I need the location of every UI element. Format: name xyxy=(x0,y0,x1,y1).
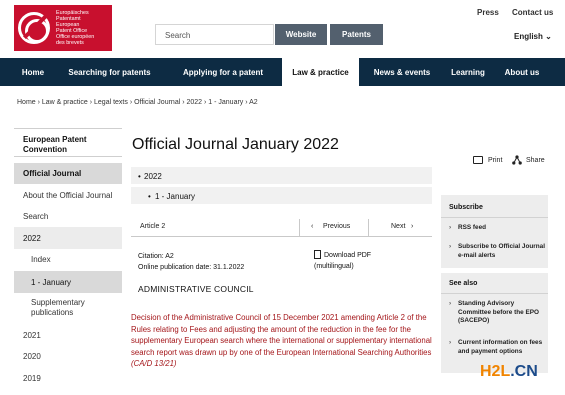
contact-link[interactable]: Contact us xyxy=(512,8,553,17)
tree-bullet: • xyxy=(138,172,141,181)
rss-feed-link[interactable]: RSS feed xyxy=(449,224,546,233)
download-pdf-label: Download PDF xyxy=(324,252,372,259)
search-tab-website[interactable]: Website xyxy=(275,24,327,45)
share-button[interactable]: Share xyxy=(526,157,545,164)
tree-item-january[interactable]: • 1 - January xyxy=(131,187,432,204)
watermark-logo: H2L.CN xyxy=(480,363,538,380)
nav-about[interactable]: About us xyxy=(499,58,545,86)
email-alerts-link[interactable]: Subscribe to Official Journal e-mail ale… xyxy=(449,243,546,260)
nav-applying[interactable]: Applying for a patent xyxy=(173,58,273,86)
see-also-panel: See also Standing Advisory Committee bef… xyxy=(441,273,548,373)
print-button[interactable]: Print xyxy=(488,157,502,164)
article-meta: Citation: A2 Online publication date: 31… xyxy=(138,251,244,273)
main-nav: Home Searching for patents Applying for … xyxy=(0,58,565,86)
nav-searching[interactable]: Searching for patents xyxy=(62,58,157,86)
nav-home[interactable]: Home xyxy=(13,58,53,86)
tree-bullet: • xyxy=(148,192,151,201)
nav-news-events[interactable]: News & events xyxy=(366,58,438,86)
subscribe-panel: Subscribe RSS feed Subscribe to Official… xyxy=(441,195,548,268)
previous-link[interactable]: Previous xyxy=(323,223,350,230)
citation: Citation: A2 xyxy=(138,253,174,260)
chevron-right-icon[interactable]: › xyxy=(411,223,413,230)
nav-learning[interactable]: Learning xyxy=(445,58,491,86)
language-selector[interactable]: English ⌄ xyxy=(514,32,552,41)
article-navigation: Article 2 ‹ Previous Next › xyxy=(131,219,432,237)
sidebar-item-january[interactable]: 1 - January xyxy=(14,271,122,293)
sacepo-link[interactable]: Standing Advisory Committee before the E… xyxy=(449,300,546,326)
sidebar-item-search[interactable]: Search xyxy=(14,212,122,222)
divider xyxy=(441,217,548,218)
sidebar-item-2020[interactable]: 2020 xyxy=(14,352,122,362)
tree-label-january: 1 - January xyxy=(155,192,196,201)
subscribe-title: Subscribe xyxy=(449,204,483,211)
nav-law-practice[interactable]: Law & practice xyxy=(282,58,359,86)
decision-reference: (CA/D 13/21) xyxy=(131,359,177,369)
search-tab-patents[interactable]: Patents xyxy=(330,24,383,45)
sidebar-item-index[interactable]: Index xyxy=(14,255,122,265)
download-pdf-link[interactable]: Download PDF (multilingual) xyxy=(314,250,371,272)
see-also-title: See also xyxy=(449,280,478,287)
sidebar-item-2022[interactable]: 2022 xyxy=(14,227,122,249)
divider xyxy=(299,219,300,237)
sidebar-item-official-journal[interactable]: Official Journal xyxy=(14,163,122,184)
epo-logo[interactable]: Europäisches Patentamt European Patent O… xyxy=(14,5,112,51)
site-header: Europäisches Patentamt European Patent O… xyxy=(0,0,565,58)
divider xyxy=(368,219,369,237)
print-icon[interactable] xyxy=(473,156,483,164)
chevron-left-icon[interactable]: ‹ xyxy=(311,223,313,230)
tree-item-2022[interactable]: • 2022 xyxy=(131,167,432,184)
sidebar-item-2019[interactable]: 2019 xyxy=(14,374,122,384)
sidebar-item-about-oj[interactable]: About the Official Journal xyxy=(14,191,122,201)
decision-text: Decision of the Administrative Council o… xyxy=(131,312,441,370)
search-input[interactable]: Search xyxy=(155,24,274,45)
article-label: Article 2 xyxy=(140,223,166,230)
fees-link[interactable]: Current information on fees and payment … xyxy=(449,339,546,356)
logo-wordmark: Europäisches Patentamt European Patent O… xyxy=(56,10,95,46)
sidebar-item-epc[interactable]: European Patent Convention xyxy=(14,128,122,157)
chevron-down-icon: ⌄ xyxy=(545,32,552,41)
sidebar-item-2021[interactable]: 2021 xyxy=(14,331,122,341)
press-link[interactable]: Press xyxy=(477,8,499,17)
breadcrumb[interactable]: Home › Law & practice › Legal texts › Of… xyxy=(17,99,258,106)
page-title: Official Journal January 2022 xyxy=(132,136,339,153)
tree-label-2022: 2022 xyxy=(144,172,162,181)
language-label: English xyxy=(514,32,543,41)
share-icon[interactable] xyxy=(512,155,522,165)
next-link[interactable]: Next xyxy=(391,223,405,230)
council-heading: ADMINISTRATIVE COUNCIL xyxy=(138,284,254,294)
download-pdf-sub: (multilingual) xyxy=(314,263,354,270)
epo-logo-icon xyxy=(18,12,50,44)
online-publication-date: Online publication date: 31.1.2022 xyxy=(138,264,245,271)
divider xyxy=(441,293,548,294)
decision-body: Decision of the Administrative Council o… xyxy=(131,313,432,357)
sidebar-item-supplementary[interactable]: Supplementary publications xyxy=(14,298,114,318)
